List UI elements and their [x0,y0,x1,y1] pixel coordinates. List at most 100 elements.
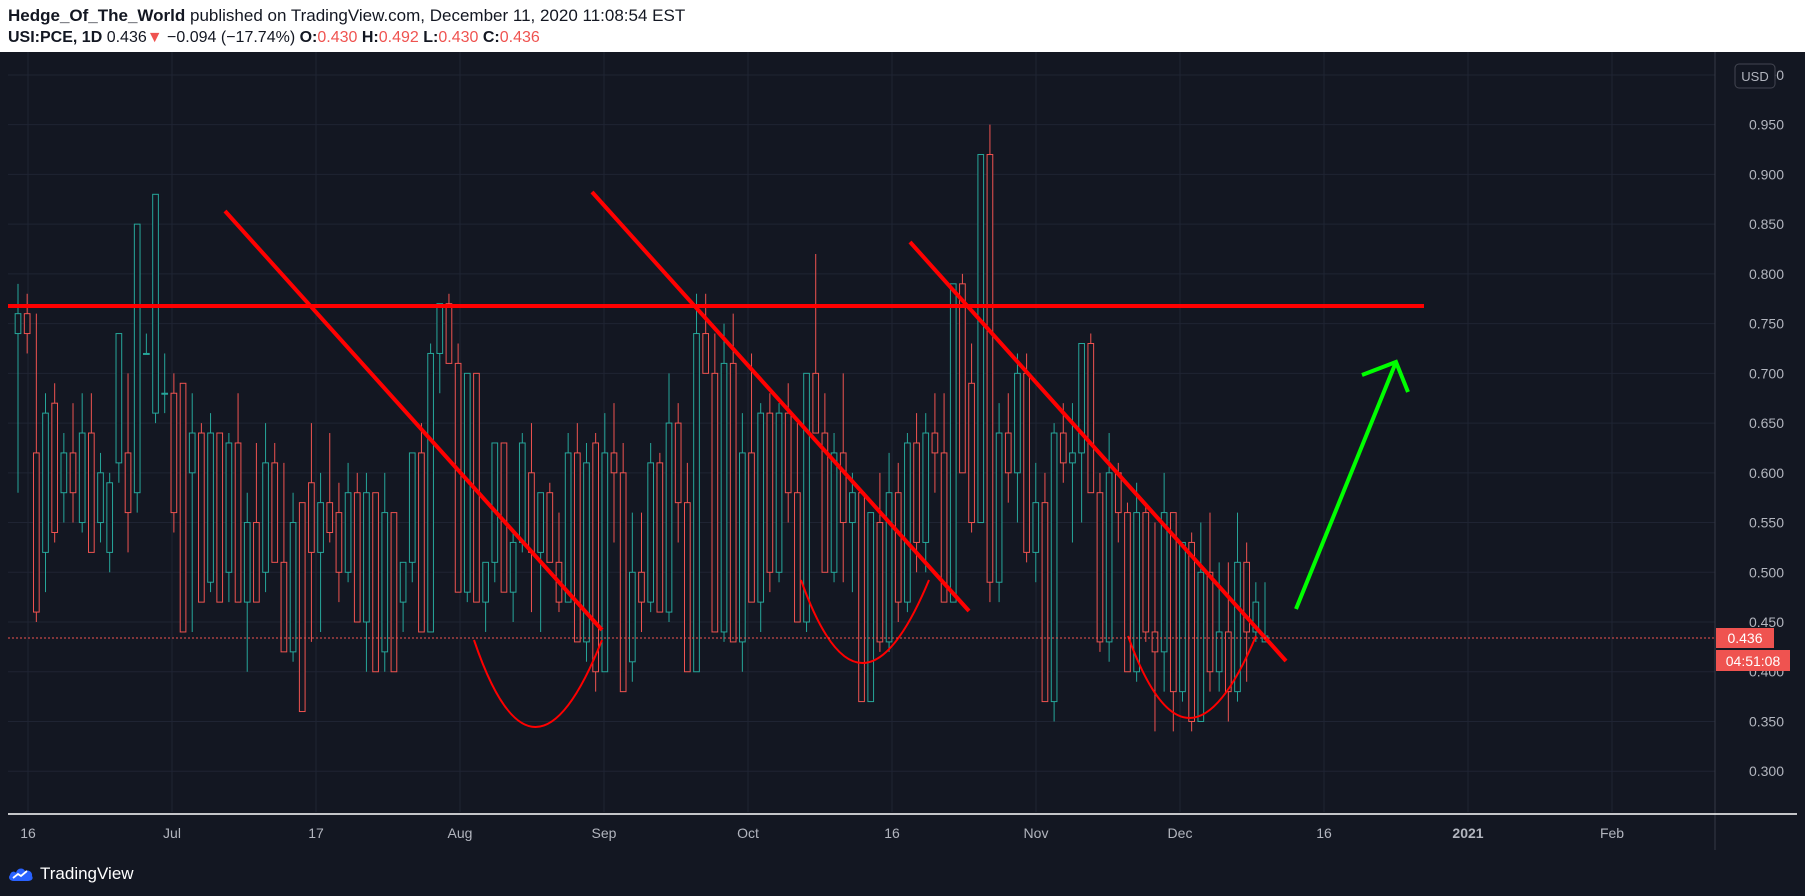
candle-body [619,472,627,693]
candle-body [573,452,581,643]
candle-body [436,303,444,354]
candle-body [949,283,957,603]
time-tick-label: 16 [20,825,36,841]
candle[interactable] [179,382,187,633]
candle[interactable] [656,452,664,613]
candle[interactable] [949,283,957,603]
candle[interactable] [1188,532,1195,732]
candle-body [894,492,902,603]
candle[interactable] [720,323,728,642]
candle-body [253,522,260,603]
candle[interactable] [1124,502,1131,673]
candle-body [959,283,966,474]
currency-badge[interactable]: USD [1734,63,1776,89]
candle[interactable] [995,403,1003,603]
price-tick-label: 0.950 [1749,117,1784,133]
candle-body [262,462,269,573]
candle[interactable] [858,492,865,703]
candle-body [720,362,728,633]
candle-body [188,432,196,474]
candle[interactable] [564,433,572,603]
candle-body [143,352,150,355]
candle[interactable] [372,492,379,673]
candle-body [32,452,40,613]
candle[interactable] [518,433,526,553]
candle[interactable] [1041,472,1049,703]
candle[interactable] [198,423,205,603]
candle[interactable] [775,403,783,583]
price-axis[interactable]: 1.0000.9500.9000.8500.8000.7500.7000.650… [1749,67,1784,779]
candle-body [766,412,774,573]
candle[interactable] [408,452,416,583]
candle[interactable] [152,193,159,424]
candle-body [106,482,114,553]
candle[interactable] [170,373,178,533]
candle[interactable] [711,333,719,633]
candle[interactable] [986,124,994,603]
candle-body [1032,502,1040,553]
candle-body [1050,432,1058,703]
price-tick-label: 0.700 [1749,365,1784,381]
candle[interactable] [1023,353,1030,563]
candle-body [628,571,636,663]
candle[interactable] [546,482,554,563]
candle-body [693,333,700,673]
candle[interactable] [904,433,911,613]
candle[interactable] [729,313,737,643]
candle-body [1059,432,1067,464]
candle[interactable] [353,472,361,623]
candle-body [97,472,104,524]
candle-body [674,422,682,504]
candle[interactable] [573,423,581,643]
candle-body [784,412,792,494]
candle[interactable] [583,442,590,662]
chart-background [0,52,1805,896]
candle[interactable] [757,403,765,632]
tradingview-brand[interactable]: TradingView [8,862,134,886]
candle[interactable] [977,154,985,524]
time-tick-label: 17 [308,825,324,841]
candle[interactable] [1050,423,1058,722]
candle-body [610,452,618,474]
candle-body [14,313,22,335]
candle[interactable] [115,333,123,483]
candle[interactable] [1096,472,1104,652]
candle-body [51,402,59,533]
candle[interactable] [647,442,655,613]
candle[interactable] [619,442,627,693]
candle[interactable] [207,413,214,593]
candle-body [207,432,214,583]
candle[interactable] [390,512,398,673]
candle[interactable] [463,372,471,603]
candle[interactable] [216,432,224,603]
candle-body [885,492,893,643]
candle-body [399,561,407,603]
candle-body [537,492,544,553]
candle-body [1142,512,1150,633]
time-tick-label: Aug [448,825,473,841]
candle[interactable] [1142,502,1150,642]
candle[interactable] [133,223,141,513]
candle-body [1151,631,1159,653]
candle-body [308,482,315,553]
candle-body [390,512,398,673]
candle-body [684,502,691,673]
candle[interactable] [693,293,700,673]
candle-body [913,442,920,543]
candle[interactable] [766,393,774,593]
candle-body [225,442,233,573]
candle-body [179,382,187,633]
candle[interactable] [867,512,875,703]
candle[interactable] [427,343,434,633]
candle-body [243,522,251,603]
candle[interactable] [51,383,59,543]
candle[interactable] [830,433,838,583]
price-chart[interactable]: 1.0000.9500.9000.8500.8000.7500.7000.650… [0,0,1805,896]
candle-body [418,452,425,633]
candle[interactable] [1179,541,1186,702]
candle[interactable] [1087,333,1095,494]
brand-name: TradingView [40,864,134,883]
candle[interactable] [298,502,306,713]
candle-body [133,223,141,494]
candle[interactable] [418,423,425,633]
